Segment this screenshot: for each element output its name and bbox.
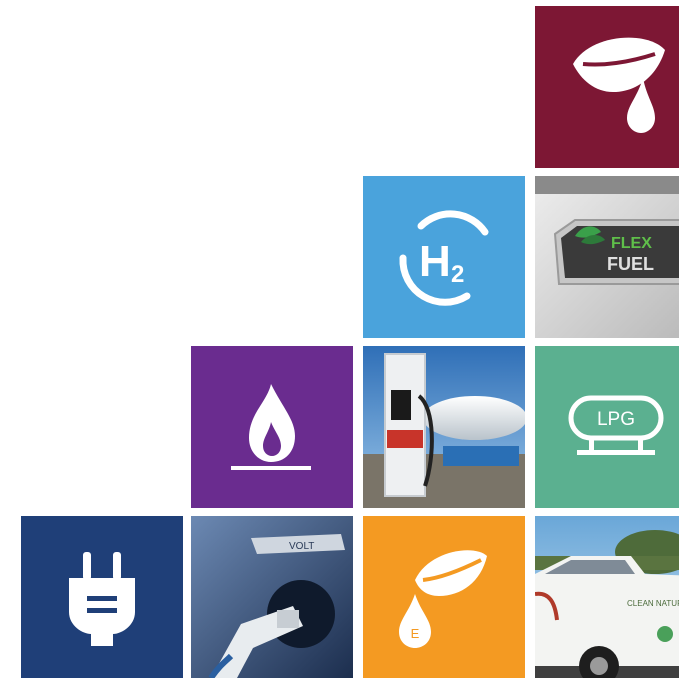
leaf-e-drop-icon: E [399,550,487,648]
propane-station-photo [363,346,525,508]
volt-badge: VOLT [289,541,314,552]
h2-icon: H 2 [399,210,489,306]
lpg-label: LPG [597,409,635,430]
flame-icon [231,384,311,470]
leaf-drop-icon [573,37,665,133]
biodiesel-tile [535,6,679,168]
hydrogen-tile: H 2 [363,176,525,338]
lpg-tank-icon: LPG [568,395,664,455]
h2-symbol: H [419,237,451,286]
plug-icon [69,552,135,646]
cng-truck-photo: CLEAN NATURAL G [535,516,679,678]
h2-subscript: 2 [451,261,464,288]
electricity-tile [21,516,183,678]
flex-text: FLEX [611,235,652,252]
flex-fuel-photo: FLEX FUEL [535,176,679,338]
ethanol-tile: E [363,516,525,678]
ethanol-letter: E [411,626,420,641]
truck-decal-text: CLEAN NATURAL G [627,599,679,608]
ev-charging-photo: VOLT [191,516,353,678]
natural-gas-tile [191,346,353,508]
propane-tile: LPG [535,346,679,508]
fuel-text: FUEL [607,254,654,274]
